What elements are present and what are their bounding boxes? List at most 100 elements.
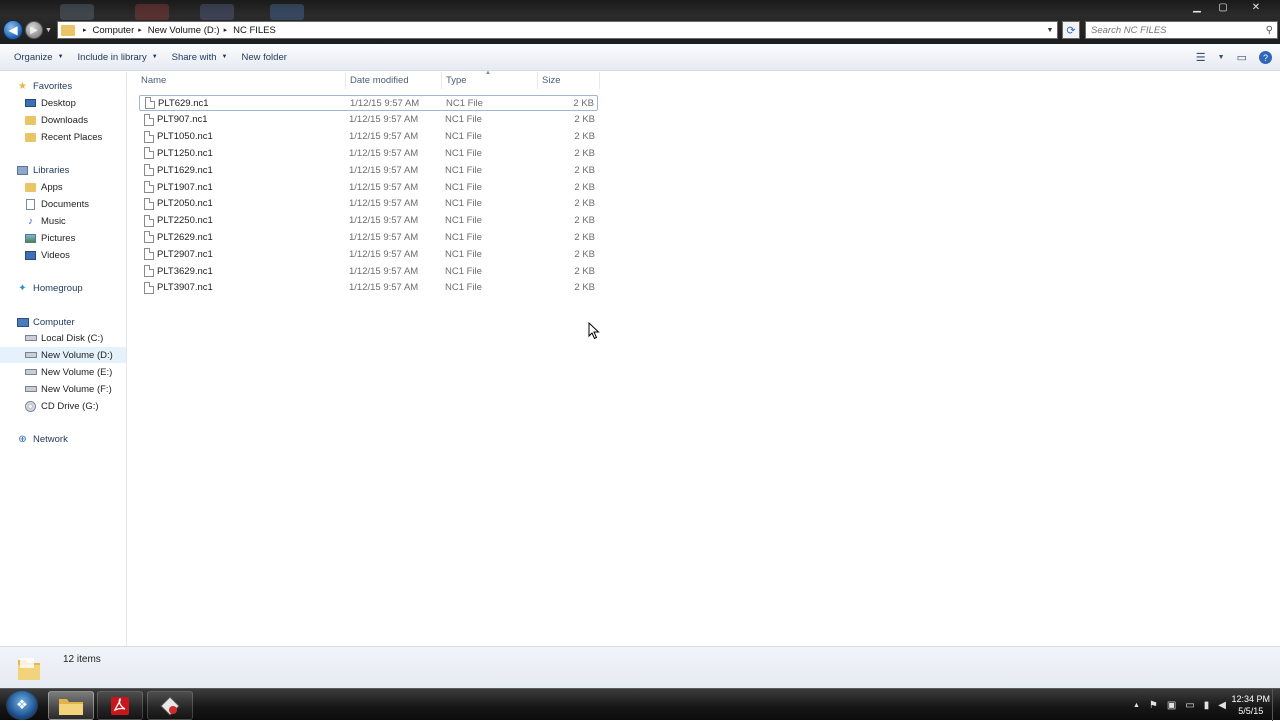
file-row[interactable]: PLT1907.nc1 1/12/15 9:57 AM NC1 File 2 KB	[139, 179, 598, 195]
close-button[interactable]: ✕	[1236, 0, 1276, 14]
search-input[interactable]	[1091, 24, 1251, 36]
chevron-down-icon: ▼	[57, 54, 64, 60]
nav-new-volume-d[interactable]: New Volume (D:)	[0, 347, 126, 363]
file-list[interactable]: Name Date modified Type Size ▲ PLT629.nc…	[127, 70, 1280, 646]
nav-label: Recent Places	[41, 131, 103, 143]
libraries-icon	[16, 164, 29, 177]
nav-new-volume-e[interactable]: New Volume (E:)	[24, 364, 112, 380]
file-row[interactable]: PLT3629.nc1 1/12/15 9:57 AM NC1 File 2 KB	[139, 263, 598, 279]
view-options-icon[interactable]: ▼	[1218, 54, 1225, 61]
power-icon[interactable]: ▭	[1185, 700, 1194, 711]
chevron-right-icon[interactable]: ▸	[224, 26, 228, 34]
nav-apps[interactable]: Apps	[24, 179, 63, 195]
preview-pane-icon[interactable]: ▭	[1237, 51, 1247, 64]
show-desktop-button[interactable]	[1272, 689, 1280, 721]
nav-desktop[interactable]: Desktop	[24, 95, 76, 111]
nav-documents[interactable]: Documents	[24, 196, 89, 212]
organize-button[interactable]: Organize ▼	[7, 44, 71, 70]
taskbar-cnc-button[interactable]	[147, 691, 193, 720]
search-icon[interactable]: ⚲	[1266, 25, 1273, 36]
videos-icon	[24, 249, 37, 262]
column-header-size[interactable]: Size	[538, 72, 600, 89]
nav-music[interactable]: ♪ Music	[24, 213, 66, 229]
include-in-library-button[interactable]: Include in library ▼	[71, 44, 165, 70]
nav-recent-places[interactable]: Recent Places	[24, 129, 102, 145]
file-row[interactable]: PLT2907.nc1 1/12/15 9:57 AM NC1 File 2 KB	[139, 246, 598, 262]
file-row[interactable]: PLT629.nc1 1/12/15 9:57 AM NC1 File 2 KB	[139, 95, 598, 111]
refresh-button[interactable]: ⟳	[1062, 21, 1080, 39]
title-bar: ▁ ▢ ✕ ◀ ▶ ▼ ▸ Computer ▸ New Volume (D:) ▸…	[0, 0, 1280, 44]
breadcrumb-drive[interactable]: New Volume (D:) ▸	[148, 25, 233, 36]
action-center-flag-icon[interactable]: ⚑	[1149, 700, 1158, 711]
show-hidden-icons-icon[interactable]: ▲	[1133, 702, 1140, 709]
change-view-icon[interactable]: ☰	[1196, 51, 1206, 64]
file-row[interactable]: PLT3907.nc1 1/12/15 9:57 AM NC1 File 2 KB	[139, 280, 598, 296]
nav-pictures[interactable]: Pictures	[24, 230, 75, 246]
taskbar-explorer-button[interactable]	[48, 691, 94, 720]
file-row[interactable]: PLT1629.nc1 1/12/15 9:57 AM NC1 File 2 KB	[139, 162, 598, 178]
network-signal-icon[interactable]: ▮	[1204, 700, 1210, 711]
taskbar-acrobat-button[interactable]	[97, 691, 143, 720]
start-button[interactable]: ❖	[6, 690, 38, 720]
file-row[interactable]: PLT907.nc1 1/12/15 9:57 AM NC1 File 2 KB	[139, 112, 598, 128]
file-icon	[144, 214, 154, 227]
column-header-name[interactable]: Name	[127, 72, 346, 89]
column-header-date-modified[interactable]: Date modified	[346, 72, 442, 89]
nav-libraries[interactable]: Libraries	[16, 162, 69, 178]
back-button[interactable]: ◀	[3, 20, 23, 40]
file-name: PLT2629.nc1	[157, 231, 213, 243]
file-date-modified: 1/12/15 9:57 AM	[349, 231, 419, 243]
address-dropdown-button[interactable]: ▼	[1043, 22, 1057, 38]
nav-label: New Volume (F:)	[41, 383, 112, 395]
maximize-button[interactable]: ▢	[1210, 0, 1236, 14]
file-row[interactable]: PLT1250.nc1 1/12/15 9:57 AM NC1 File 2 KB	[139, 145, 598, 161]
nav-computer[interactable]: Computer	[16, 314, 75, 330]
nav-network[interactable]: ⊕ Network	[16, 431, 68, 447]
address-bar[interactable]: ▸ Computer ▸ New Volume (D:) ▸ NC FILES ▼	[57, 21, 1058, 39]
file-row[interactable]: PLT1050.nc1 1/12/15 9:57 AM NC1 File 2 KB	[139, 129, 598, 145]
network-icon: ⊕	[18, 433, 27, 445]
usb-device-icon[interactable]: ▣	[1167, 700, 1176, 711]
chevron-right-icon[interactable]: ▸	[83, 26, 87, 34]
file-size: 2 KB	[574, 147, 595, 159]
file-size: 2 KB	[574, 131, 595, 143]
nav-label: Libraries	[33, 164, 70, 176]
chevron-down-icon: ▼	[221, 54, 228, 60]
file-size: 2 KB	[574, 215, 595, 227]
file-name: PLT2050.nc1	[157, 198, 213, 210]
nav-downloads[interactable]: Downloads	[24, 112, 88, 128]
nav-local-disk-c[interactable]: Local Disk (C:)	[24, 330, 103, 346]
nav-homegroup[interactable]: ✦ Homegroup	[16, 280, 82, 296]
file-date-modified: 1/12/15 9:57 AM	[349, 114, 419, 126]
nav-label: Network	[33, 433, 68, 445]
desktop-icon	[24, 97, 37, 110]
new-folder-button[interactable]: New folder	[234, 44, 293, 70]
nav-cd-drive-g[interactable]: CD Drive (G:)	[24, 398, 99, 414]
file-row[interactable]: PLT2050.nc1 1/12/15 9:57 AM NC1 File 2 KB	[139, 196, 598, 212]
breadcrumb-computer[interactable]: Computer ▸	[93, 25, 148, 36]
file-date-modified: 1/12/15 9:57 AM	[349, 131, 419, 143]
nav-new-volume-f[interactable]: New Volume (F:)	[24, 381, 112, 397]
recent-pages-button[interactable]: ▼	[45, 27, 52, 34]
file-size: 2 KB	[574, 164, 595, 176]
file-type: NC1 File	[445, 131, 482, 143]
nav-videos[interactable]: Videos	[24, 247, 70, 263]
share-with-button[interactable]: Share with ▼	[165, 44, 235, 70]
nav-label: Music	[41, 215, 66, 227]
breadcrumb-root[interactable]: ▸	[79, 26, 93, 34]
minimize-button[interactable]: ▁	[1184, 0, 1210, 14]
breadcrumb-folder[interactable]: NC FILES	[233, 25, 276, 36]
file-row[interactable]: PLT2629.nc1 1/12/15 9:57 AM NC1 File 2 KB	[139, 229, 598, 245]
file-type: NC1 File	[445, 231, 482, 243]
file-date-modified: 1/12/15 9:57 AM	[349, 164, 419, 176]
volume-icon[interactable]: ◀	[1218, 700, 1226, 711]
file-row[interactable]: PLT2250.nc1 1/12/15 9:57 AM NC1 File 2 KB	[139, 213, 598, 229]
search-box[interactable]: ⚲	[1085, 21, 1278, 39]
forward-button[interactable]: ▶	[25, 21, 43, 39]
clock[interactable]: 12:34 PM 5/5/15	[1231, 693, 1270, 717]
help-icon[interactable]: ?	[1259, 51, 1272, 64]
file-icon	[144, 113, 154, 126]
chevron-right-icon[interactable]: ▸	[138, 26, 142, 34]
folder-icon	[61, 24, 75, 36]
nav-favorites[interactable]: ★ Favorites	[16, 78, 72, 94]
